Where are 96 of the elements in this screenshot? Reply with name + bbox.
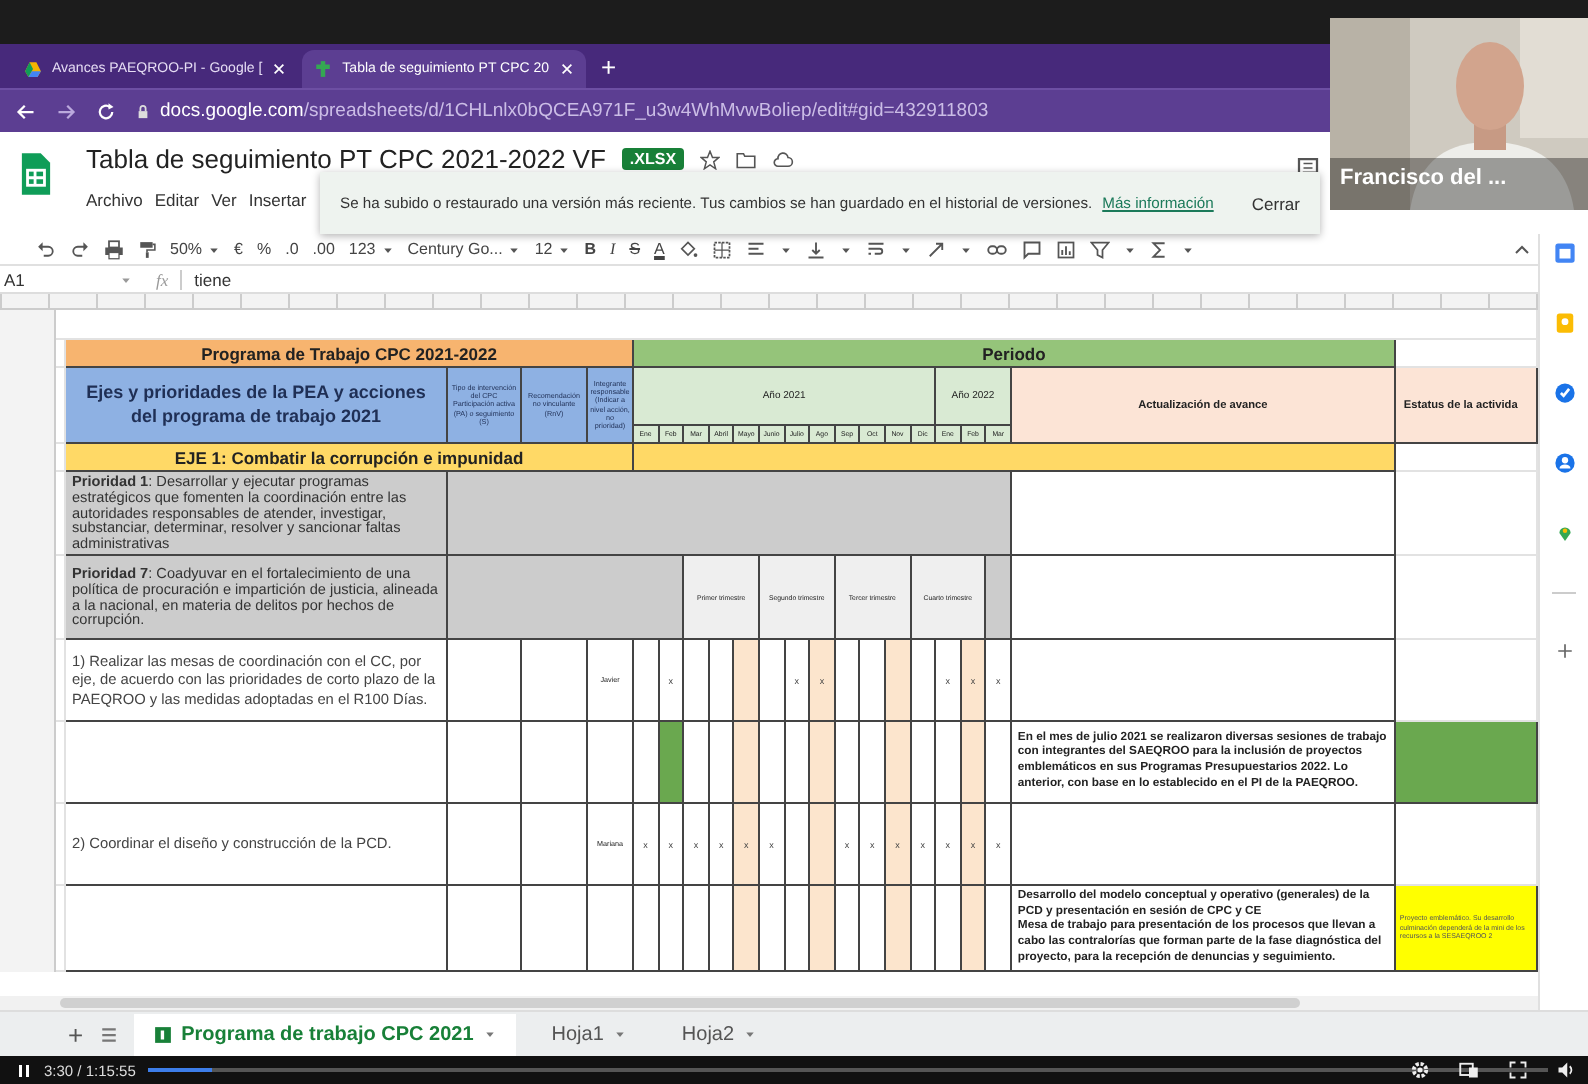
caret-icon (840, 243, 853, 255)
map-pin-icon (1555, 522, 1573, 544)
period-title: Periodo (634, 340, 1396, 368)
calendar-icon (1553, 242, 1575, 264)
caret-icon (508, 243, 521, 255)
wrap-icon (866, 239, 887, 259)
checkmark-icon (1553, 382, 1575, 404)
empty-cell (522, 722, 588, 804)
number-format-dropdown[interactable]: 123 (348, 240, 394, 258)
empty-cell (522, 886, 588, 973)
plus-icon (1555, 642, 1573, 660)
caret-icon (208, 243, 221, 255)
formula-field[interactable]: tiene (194, 269, 232, 289)
gear-icon (1410, 1060, 1430, 1080)
back-icon (16, 101, 36, 121)
sheet-tab[interactable]: Hoja1 (531, 1013, 646, 1055)
comment-icon (1022, 239, 1043, 259)
sheet-icon (153, 1025, 172, 1043)
rotate-icon (926, 239, 947, 259)
format-button[interactable]: S (629, 240, 641, 258)
collapse-icon (1514, 242, 1530, 258)
empty-cell (448, 804, 522, 886)
borders-icon (712, 239, 733, 259)
menu-item[interactable]: Editar (154, 190, 200, 210)
empty-cell (522, 640, 588, 722)
volume-icon (1556, 1060, 1576, 1080)
redo-icon (70, 240, 90, 258)
close-icon (559, 62, 574, 76)
filter-icon (1090, 239, 1111, 259)
cell-reference[interactable]: A1 (0, 269, 120, 289)
program-title: Programa de Trabajo CPC 2021-2022 (66, 340, 634, 368)
paint-bucket-icon (678, 239, 699, 259)
link-icon (986, 239, 1009, 259)
vertical-align-icon (806, 239, 827, 259)
axis-heading: EJE 1: Combatir la corrupción e impunidad (66, 444, 634, 472)
caret-icon (613, 1028, 626, 1040)
participant-name: Francisco del ... (1340, 166, 1507, 190)
document-title[interactable]: Tabla de seguimiento PT CPC 2021-2022 VF (86, 144, 606, 174)
zoom-dropdown[interactable]: 50% (170, 240, 221, 258)
paint-roller-icon (138, 239, 156, 259)
menu-item[interactable]: Ver (211, 190, 237, 210)
print-icon (104, 239, 124, 259)
menu-item[interactable]: Archivo (86, 190, 143, 210)
caret-icon (744, 1028, 757, 1040)
caret-icon (1182, 243, 1195, 255)
caret-icon (900, 243, 913, 255)
caret-icon (558, 243, 571, 255)
file-type-badge: .XLSX (621, 148, 685, 170)
folder-icon (736, 149, 757, 169)
chart-icon (1056, 239, 1077, 259)
percent-button[interactable]: % (256, 240, 272, 258)
empty-cell (448, 886, 522, 973)
cloud-icon (772, 149, 795, 169)
add-sheet-button[interactable]: + (68, 1019, 84, 1049)
forward-icon (56, 101, 76, 121)
expand-icon (1508, 1060, 1528, 1080)
lock-icon (136, 103, 150, 119)
caret-icon (960, 243, 973, 255)
font-size-dropdown[interactable]: 12 (534, 240, 571, 258)
sheet-tab[interactable]: Programa de trabajo CPC 2021 (133, 1013, 516, 1055)
align-icon (746, 239, 767, 259)
sigma-icon (1150, 239, 1169, 259)
new-tab-button[interactable]: + (589, 52, 629, 88)
empty-cell (448, 722, 522, 804)
format-button[interactable]: A (654, 240, 665, 258)
note-icon (1553, 312, 1575, 334)
list-icon (99, 1025, 118, 1043)
undo-icon (36, 240, 56, 258)
person-icon (1553, 452, 1575, 474)
pause-icon (16, 1061, 32, 1079)
format-button[interactable]: B (584, 240, 597, 258)
close-icon (272, 62, 287, 76)
caret-icon (780, 243, 793, 255)
formula-label: fx (144, 269, 183, 289)
empty-cell (448, 640, 522, 722)
reload-icon (96, 101, 116, 121)
decrease-decimals-button[interactable]: .0 (285, 240, 299, 258)
menu-item[interactable]: Insertar (248, 190, 307, 210)
caret-icon (483, 1028, 496, 1040)
caret-icon (1124, 243, 1137, 255)
spreadsheet-icon (20, 152, 52, 196)
increase-decimals-button[interactable]: .00 (312, 240, 335, 258)
caret-icon (120, 273, 132, 285)
format-button[interactable]: I (610, 240, 616, 258)
scrollbar-thumb[interactable] (60, 998, 1300, 1008)
empty-cell (522, 804, 588, 886)
close-button[interactable]: Cerrar (1251, 193, 1300, 213)
triangle-icon (24, 60, 42, 78)
currency-button[interactable]: € (234, 240, 243, 258)
star-icon (700, 149, 721, 169)
column-heading: Ejes y prioridades de la PEA y acciones del programa de trabajo 2021 (66, 368, 448, 444)
cross-icon (314, 60, 333, 78)
screen-icon (1458, 1060, 1480, 1080)
font-dropdown[interactable]: Century Go... (407, 240, 521, 258)
caret-icon (381, 243, 394, 255)
sheet-tab[interactable]: Hoja2 (661, 1013, 777, 1055)
